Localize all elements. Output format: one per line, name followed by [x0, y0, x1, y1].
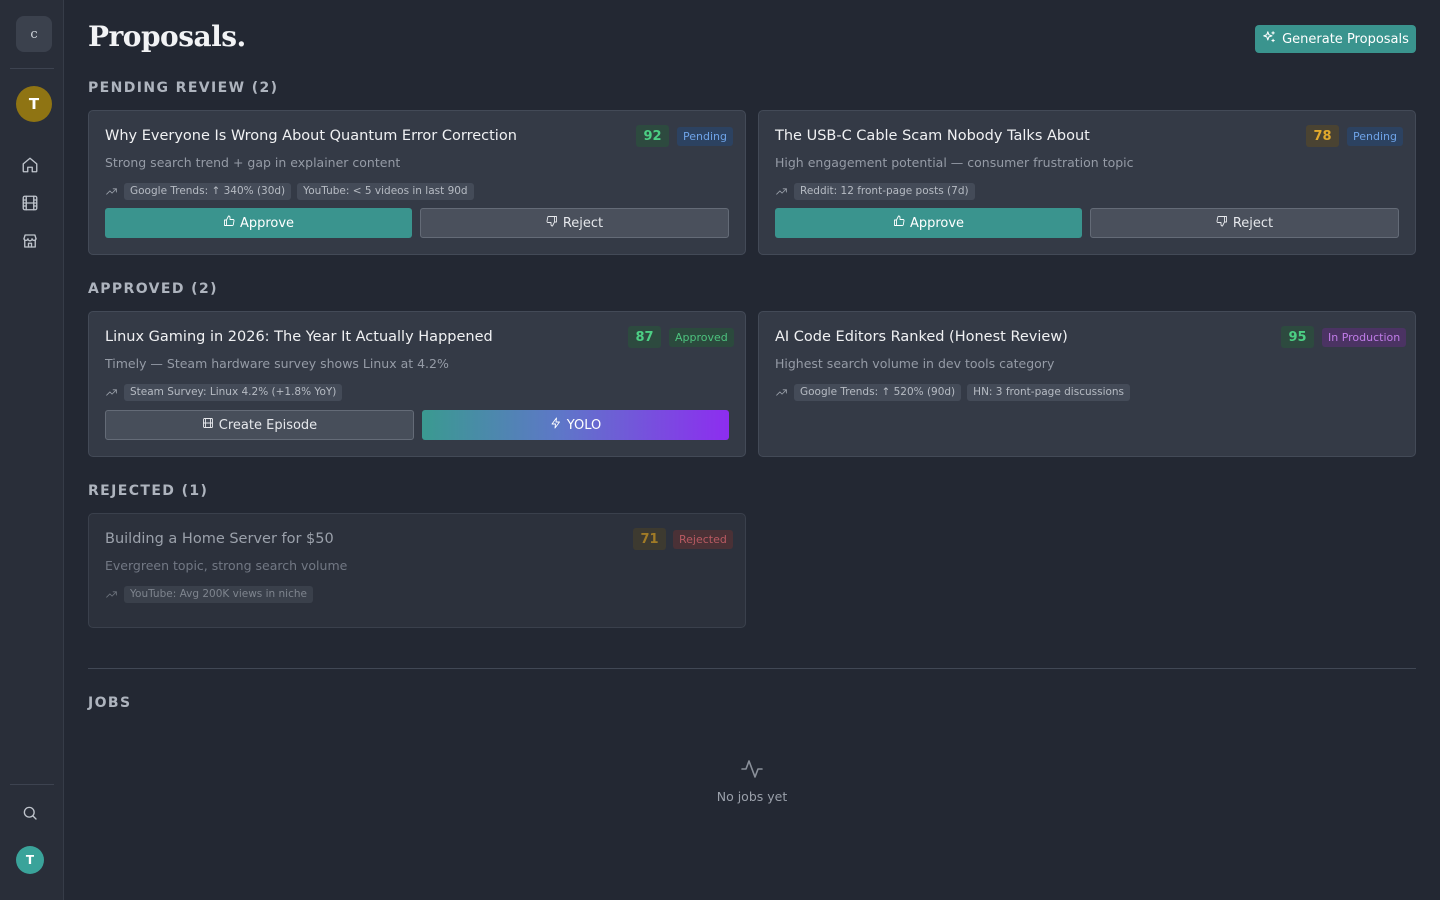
page-title: Proposals. — [88, 20, 246, 53]
status-badge: In Production — [1322, 328, 1407, 347]
jobs-empty-text: No jobs yet — [716, 789, 788, 804]
proposal-title: The USB-C Cable Scam Nobody Talks About — [775, 128, 1090, 144]
section-divider — [88, 668, 1416, 669]
film-icon — [21, 194, 39, 216]
home-icon — [21, 156, 39, 178]
score-badge: 95 — [1281, 326, 1314, 348]
trending-up-icon — [105, 588, 118, 601]
sidebar: c T T — [0, 0, 64, 900]
proposal-title: Linux Gaming in 2026: The Year It Actual… — [105, 329, 493, 345]
score-badge: 87 — [628, 326, 661, 348]
signal-list: YouTube: Avg 200K views in niche — [105, 585, 313, 603]
sidebar-divider — [10, 68, 54, 69]
thumbs-down-icon — [546, 215, 558, 231]
app-logo-button[interactable]: c — [16, 16, 52, 52]
sidebar-divider — [10, 784, 54, 785]
proposal-title: Building a Home Server for $50 — [105, 531, 334, 547]
reject-button[interactable]: Reject — [420, 208, 729, 238]
user-initial: T — [25, 853, 35, 867]
workspace-avatar[interactable]: T — [16, 86, 52, 122]
section-pending-title: PENDING REVIEW (2) — [88, 80, 279, 96]
signal-list: Steam Survey: Linux 4.2% (+1.8% YoY) — [105, 383, 343, 401]
thumbs-up-icon — [893, 215, 905, 231]
signal-list: Google Trends: ↑ 520% (90d) HN: 3 front-… — [775, 383, 1131, 401]
signal-tag: HN: 3 front-page discussions — [967, 383, 1131, 401]
proposal-description: High engagement potential — consumer fru… — [775, 155, 1134, 170]
section-jobs-title: JOBS — [88, 695, 132, 711]
trending-up-icon — [775, 386, 788, 399]
signal-tag: Reddit: 12 front-page posts (7d) — [794, 182, 975, 200]
reject-label: Reject — [562, 215, 604, 231]
section-rejected-title: REJECTED (1) — [88, 483, 209, 499]
thumbs-down-icon — [1216, 215, 1228, 231]
approve-button[interactable]: Approve — [775, 208, 1082, 238]
status-badge: Pending — [1347, 127, 1403, 146]
score-badge: 92 — [636, 125, 669, 147]
activity-icon — [740, 757, 764, 785]
proposal-title: AI Code Editors Ranked (Honest Review) — [775, 329, 1068, 345]
create-episode-button[interactable]: Create Episode — [105, 410, 414, 440]
zap-icon — [550, 417, 562, 433]
proposal-description: Strong search trend + gap in explainer c… — [105, 155, 401, 170]
logo-letter: c — [30, 26, 38, 42]
signal-tag: Google Trends: ↑ 520% (90d) — [794, 383, 962, 401]
proposal-card: AI Code Editors Ranked (Honest Review) 9… — [758, 311, 1416, 457]
store-icon — [21, 232, 39, 254]
user-avatar[interactable]: T — [16, 846, 44, 874]
sparkles-icon — [1262, 30, 1276, 48]
signal-tag: Google Trends: ↑ 340% (30d) — [124, 182, 292, 200]
proposal-card: Linux Gaming in 2026: The Year It Actual… — [88, 311, 746, 457]
proposal-card: Why Everyone Is Wrong About Quantum Erro… — [88, 110, 746, 255]
proposal-description: Evergreen topic, strong search volume — [105, 558, 348, 573]
search-button[interactable] — [18, 803, 42, 827]
proposal-description: Highest search volume in dev tools categ… — [775, 356, 1055, 371]
create-episode-label: Create Episode — [218, 417, 318, 433]
reject-button[interactable]: Reject — [1090, 208, 1399, 238]
status-badge: Approved — [669, 328, 734, 347]
search-icon — [21, 804, 39, 826]
approve-button[interactable]: Approve — [105, 208, 412, 238]
trending-up-icon — [105, 386, 118, 399]
score-badge: 78 — [1306, 125, 1339, 147]
signal-tag: YouTube: Avg 200K views in niche — [124, 585, 313, 603]
reject-label: Reject — [1232, 215, 1274, 231]
proposal-card: The USB-C Cable Scam Nobody Talks About … — [758, 110, 1416, 255]
film-icon — [202, 417, 214, 433]
generate-proposals-button[interactable]: Generate Proposals — [1255, 25, 1416, 53]
status-badge: Rejected — [673, 530, 733, 549]
signal-tag: YouTube: < 5 videos in last 90d — [297, 182, 474, 200]
proposal-title: Why Everyone Is Wrong About Quantum Erro… — [105, 128, 517, 144]
signal-tag: Steam Survey: Linux 4.2% (+1.8% YoY) — [124, 383, 343, 401]
nav-store[interactable] — [18, 231, 42, 255]
approve-label: Approve — [239, 215, 295, 231]
yolo-label: YOLO — [566, 417, 602, 433]
approve-label: Approve — [909, 215, 965, 231]
section-approved-title: APPROVED (2) — [88, 281, 218, 297]
workspace-initial: T — [28, 95, 40, 113]
generate-proposals-label: Generate Proposals — [1282, 31, 1409, 47]
nav-episodes[interactable] — [18, 193, 42, 217]
trending-up-icon — [105, 185, 118, 198]
thumbs-up-icon — [223, 215, 235, 231]
proposal-card: Building a Home Server for $50 71 Reject… — [88, 513, 746, 628]
trending-up-icon — [775, 185, 788, 198]
signal-list: Reddit: 12 front-page posts (7d) — [775, 182, 975, 200]
yolo-button[interactable]: YOLO — [422, 410, 729, 440]
signal-list: Google Trends: ↑ 340% (30d) YouTube: < 5… — [105, 182, 474, 200]
status-badge: Pending — [677, 127, 733, 146]
proposal-description: Timely — Steam hardware survey shows Lin… — [105, 356, 449, 371]
nav-home[interactable] — [18, 155, 42, 179]
score-badge: 71 — [633, 528, 666, 550]
